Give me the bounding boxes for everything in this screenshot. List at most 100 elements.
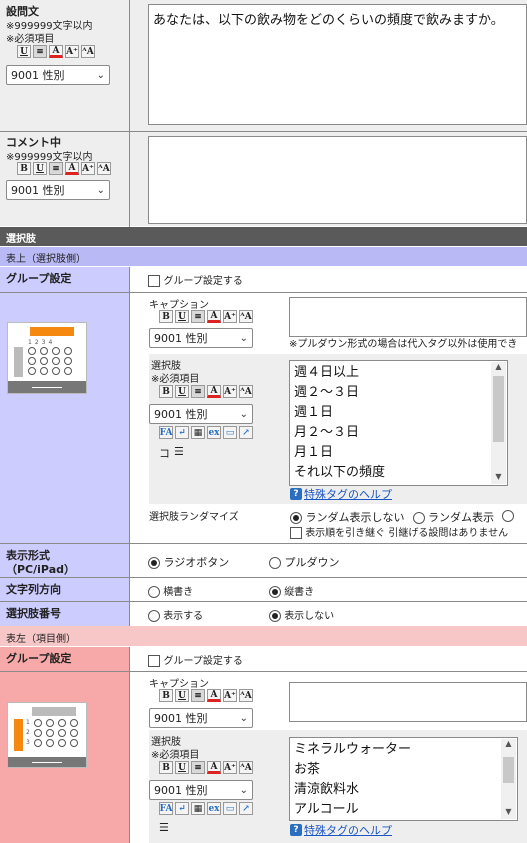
random-option-0[interactable]: ランダム表示しない (290, 509, 405, 525)
list-item: 月２～３日 (294, 425, 360, 440)
scroll-up-icon[interactable]: ▲ (491, 362, 506, 374)
font-size-up-button[interactable]: A⁺ (223, 385, 237, 398)
left-choices-listbox[interactable]: ミネラルウォーター お茶 清涼飲料水 アルコール ▲ ▼ (289, 737, 518, 821)
underline-button[interactable]: U (175, 385, 189, 398)
checkbox[interactable] (148, 275, 160, 287)
table-icon[interactable]: ▦ (191, 426, 205, 439)
scroll-down-icon[interactable]: ▼ (491, 472, 506, 484)
underline-button[interactable]: U (175, 310, 189, 323)
bold-button[interactable]: B (159, 689, 173, 702)
font-color-button[interactable]: A (207, 761, 221, 774)
scrollbar-thumb[interactable] (493, 376, 504, 442)
font-size-up-button[interactable]: A⁺ (223, 761, 237, 774)
underline-button[interactable]: U (17, 45, 31, 58)
underline-button[interactable]: U (175, 761, 189, 774)
image-icon[interactable]: ▭ (223, 802, 237, 815)
font-size-down-button[interactable]: ᴬA (239, 385, 253, 398)
checkbox[interactable] (148, 655, 160, 667)
radio[interactable] (412, 512, 425, 524)
choice-number-radio-0[interactable]: 表示する (148, 607, 203, 622)
checkbox-label: グループ設定する (163, 656, 243, 667)
scrollbar-thumb[interactable] (503, 757, 514, 783)
left-caption-font-select[interactable]: 9001 性別 ⌄ (149, 708, 253, 728)
ex-icon[interactable]: ex (207, 802, 221, 815)
radio[interactable] (502, 510, 514, 522)
radio[interactable] (290, 512, 302, 524)
font-size-down-button[interactable]: ᴬA (239, 689, 253, 702)
underline-button[interactable]: U (33, 162, 47, 175)
top-group-checkbox[interactable]: グループ設定する (148, 272, 243, 287)
font-color-button[interactable]: A (207, 310, 221, 323)
font-color-button[interactable]: A (207, 689, 221, 702)
help-link-text[interactable]: 特殊タグのヘルプ (304, 822, 392, 838)
scroll-down-icon[interactable]: ▼ (501, 807, 516, 819)
list-indent-icon[interactable]: ☰ (159, 821, 169, 834)
font-color-button[interactable]: A (49, 45, 63, 58)
radio[interactable] (148, 586, 160, 598)
top-help-link[interactable]: ? 特殊タグのヘルプ (290, 486, 392, 502)
scrollbar[interactable]: ▲ ▼ (491, 362, 506, 484)
katakana-button[interactable]: コ (159, 445, 170, 461)
underline-button[interactable]: U (175, 689, 189, 702)
comment-textarea[interactable] (148, 136, 527, 224)
font-icon[interactable]: FA (159, 426, 173, 439)
left-help-link[interactable]: ? 特殊タグのヘルプ (290, 822, 392, 838)
question-text-textarea[interactable]: あなたは、以下の飲み物をどのくらいの頻度で飲みますか。 (148, 4, 527, 125)
return-icon[interactable]: ↵ (175, 426, 189, 439)
display-format-radio-0[interactable]: ラジオボタン (148, 554, 229, 570)
strikethrough-button[interactable]: ≡ (191, 689, 205, 702)
strikethrough-button[interactable]: ≡ (49, 162, 63, 175)
radio[interactable] (148, 557, 160, 569)
font-size-up-button[interactable]: A⁺ (223, 310, 237, 323)
top-caption-textarea[interactable] (289, 297, 527, 337)
scroll-up-icon[interactable]: ▲ (501, 739, 516, 751)
left-choices-font-select[interactable]: 9001 性別 ⌄ (149, 780, 253, 800)
scrollbar[interactable]: ▲ ▼ (501, 739, 516, 819)
left-caption-textarea[interactable] (289, 682, 527, 722)
radio[interactable] (269, 586, 281, 598)
bold-button[interactable]: B (159, 761, 173, 774)
font-size-down-button[interactable]: ᴬA (81, 45, 95, 58)
left-group-checkbox[interactable]: グループ設定する (148, 652, 243, 667)
image-icon[interactable]: ▭ (223, 426, 237, 439)
strikethrough-button[interactable]: ≡ (191, 761, 205, 774)
ex-icon[interactable]: ex (207, 426, 221, 439)
strikethrough-button[interactable]: ≡ (191, 385, 205, 398)
font-size-down-button[interactable]: ᴬA (239, 310, 253, 323)
radio[interactable] (269, 557, 281, 569)
font-size-down-button[interactable]: ᴬA (239, 761, 253, 774)
display-format-radio-1[interactable]: プルダウン (269, 554, 340, 570)
question-text-font-select[interactable]: 9001 性別 ⌄ (6, 65, 110, 85)
radio[interactable] (269, 610, 281, 622)
radio[interactable] (148, 610, 160, 622)
help-link-text[interactable]: 特殊タグのヘルプ (304, 486, 392, 502)
strikethrough-button[interactable]: ≡ (33, 45, 47, 58)
font-size-up-button[interactable]: A⁺ (81, 162, 95, 175)
bold-button[interactable]: B (17, 162, 31, 175)
top-choices-font-select[interactable]: 9001 性別 ⌄ (149, 404, 253, 424)
bold-button[interactable]: B (159, 385, 173, 398)
font-size-up-button[interactable]: A⁺ (223, 689, 237, 702)
choice-number-radio-1[interactable]: 表示しない (269, 607, 334, 622)
strikethrough-button[interactable]: ≡ (191, 310, 205, 323)
bold-button[interactable]: B (159, 310, 173, 323)
top-caption-font-select[interactable]: 9001 性別 ⌄ (149, 328, 253, 348)
font-icon[interactable]: FA (159, 802, 173, 815)
return-icon[interactable]: ↵ (175, 802, 189, 815)
random-option-1[interactable]: ランダム表示 (412, 509, 494, 525)
link-icon[interactable]: ↗ (239, 426, 253, 439)
table-icon[interactable]: ▦ (191, 802, 205, 815)
random-option-2[interactable] (502, 509, 514, 525)
comment-font-select[interactable]: 9001 性別 ⌄ (6, 180, 110, 200)
font-color-button[interactable]: A (65, 162, 79, 175)
font-size-up-button[interactable]: A⁺ (65, 45, 79, 58)
list-indent-icon[interactable]: ☰ (174, 445, 184, 461)
link-icon[interactable]: ↗ (239, 802, 253, 815)
text-direction-radio-1[interactable]: 縦書き (269, 583, 314, 598)
text-direction-radio-0[interactable]: 横書き (148, 583, 193, 598)
top-inherit-checkbox[interactable]: 表示順を引き継ぐ 引継げる設問はありません (290, 524, 508, 539)
font-size-down-button[interactable]: ᴬA (97, 162, 111, 175)
font-color-button[interactable]: A (207, 385, 221, 398)
top-choices-listbox[interactable]: 週４日以上 週２～３日 週１日 月２～３日 月１日 それ以下の頻度 ▲ ▼ (289, 360, 508, 486)
checkbox[interactable] (290, 527, 302, 539)
